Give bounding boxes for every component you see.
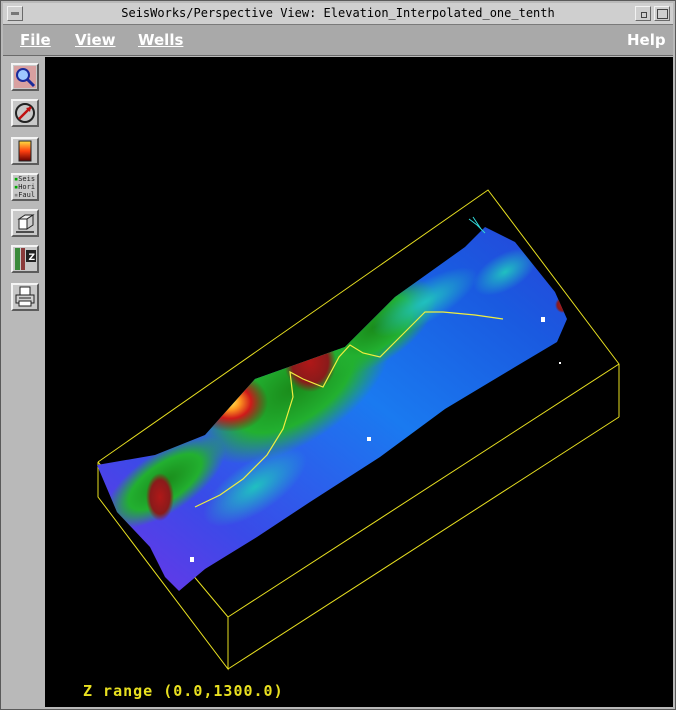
z-scale-button[interactable]: Z bbox=[11, 245, 39, 273]
menu-bar: File View Wells Help bbox=[3, 25, 673, 56]
z-scale-icon: Z bbox=[15, 248, 36, 270]
title-bar[interactable]: SeisWorks/Perspective View: Elevation_In… bbox=[3, 3, 673, 25]
rotate-icon bbox=[15, 103, 35, 123]
minimize-button[interactable] bbox=[635, 6, 651, 21]
perspective-viewport[interactable]: Z range (0.0,1300.0) bbox=[45, 57, 673, 707]
well-marker[interactable] bbox=[367, 437, 371, 441]
layer-toggle-button[interactable]: ▪Seis ▪Hori ▪Faul bbox=[11, 173, 39, 201]
rotate-button[interactable] bbox=[11, 99, 39, 127]
z-scale-label: Z bbox=[29, 253, 36, 263]
terrain-scene[interactable] bbox=[45, 57, 673, 707]
faul-toggle-label: Faul bbox=[18, 191, 36, 199]
color-bar-icon bbox=[18, 140, 32, 162]
perspective-view-window: SeisWorks/Perspective View: Elevation_In… bbox=[0, 0, 676, 710]
color-bar-button[interactable] bbox=[11, 137, 39, 165]
minimize-icon bbox=[641, 12, 647, 18]
menu-wells[interactable]: Wells bbox=[138, 31, 183, 49]
menu-wells-label: Wells bbox=[138, 31, 184, 49]
layer-toggle-icon: ▪Seis ▪Hori ▪Faul bbox=[14, 175, 36, 199]
hori-toggle-label: Hori bbox=[18, 183, 36, 191]
well-marker[interactable] bbox=[541, 317, 545, 322]
box-view-button[interactable] bbox=[11, 209, 39, 237]
menu-help-label: Help bbox=[627, 31, 666, 49]
menu-help[interactable]: Help bbox=[627, 31, 666, 49]
menu-view[interactable]: View bbox=[75, 31, 116, 49]
elevation-surface bbox=[97, 227, 567, 591]
well-head-marker bbox=[468, 216, 486, 234]
well-marker[interactable] bbox=[190, 557, 194, 562]
menu-view-label: View bbox=[75, 31, 116, 49]
menu-file-label: File bbox=[20, 31, 51, 49]
maximize-button[interactable] bbox=[654, 6, 670, 21]
seis-toggle-label: Seis bbox=[18, 175, 36, 183]
menu-file[interactable]: File bbox=[20, 31, 51, 49]
maximize-icon bbox=[657, 9, 668, 19]
z-range-label: Z range (0.0,1300.0) bbox=[83, 682, 284, 700]
box-view-icon bbox=[16, 214, 35, 233]
print-button[interactable] bbox=[11, 283, 39, 311]
zoom-button[interactable] bbox=[11, 63, 39, 91]
window-title: SeisWorks/Perspective View: Elevation_In… bbox=[121, 6, 555, 20]
zoom-icon bbox=[14, 66, 36, 88]
well-marker[interactable] bbox=[559, 362, 561, 364]
print-icon bbox=[15, 286, 35, 307]
tool-palette: ▪Seis ▪Hori ▪Faul Z bbox=[3, 57, 44, 707]
